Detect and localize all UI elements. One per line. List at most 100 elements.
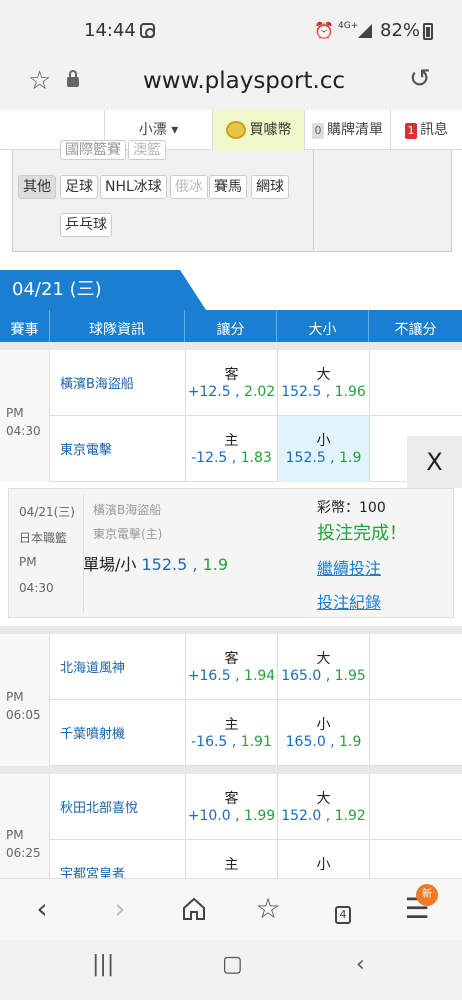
total-cell[interactable]: 大 152.5 , 1.96	[277, 350, 369, 416]
spread-side: 主	[224, 717, 239, 733]
lottery-dropdown-label: 小漂 ▾	[138, 122, 179, 138]
category-tag-nhl[interactable]: NHL冰球	[100, 175, 167, 199]
nospread-cell[interactable]	[369, 700, 462, 766]
spread-side: 客	[224, 791, 239, 807]
signal-icon	[358, 24, 372, 38]
buy-coins-label: 買噱幣	[249, 122, 292, 138]
browser-toolbar: ‹ › ☆ 4 ☰	[0, 878, 462, 940]
team-row: 秋田北部喜悅 客 +10.0 , 1.99 大 152.0 , 1.92	[50, 774, 462, 840]
buy-coins-button[interactable]: 買噱幣	[212, 110, 304, 150]
spread-cell[interactable]: 主 -12.5 , 1.83	[185, 416, 277, 482]
cart-count-badge: 0	[312, 123, 324, 139]
game-ampm: PM	[6, 406, 24, 420]
team-row: 宇都宮皇者 主 小	[50, 840, 462, 878]
popup-coins: 彩幣：100	[317, 500, 386, 516]
spread-line: -12.5	[191, 450, 228, 466]
category-tag-football[interactable]: 足球	[60, 175, 98, 199]
spread-odds: 2.02	[244, 384, 276, 400]
back-button-icon[interactable]: ‹	[356, 952, 365, 977]
bet-label: 單場/小	[83, 555, 137, 574]
date-header: 04/21 (三)	[0, 270, 206, 310]
spread-cell[interactable]: 客 +12.5 , 2.02	[185, 350, 277, 416]
url-text[interactable]: www.playsport.cc	[143, 68, 345, 94]
reload-icon[interactable]: ↺	[409, 64, 431, 94]
category-tag-horse[interactable]: 賽馬	[209, 175, 247, 199]
nospread-cell[interactable]	[369, 350, 462, 416]
category-tag-tennis[interactable]: 網球	[251, 175, 289, 199]
total-cell-selected[interactable]: 小 152.5 , 1.9	[277, 416, 369, 482]
spread-side: 主	[224, 857, 239, 873]
total-side: 大	[316, 651, 331, 667]
close-popup-button[interactable]: X	[407, 436, 462, 488]
total-cell[interactable]: 大 165.0 , 1.95	[277, 634, 369, 700]
bookmark-star-icon[interactable]: ☆	[28, 66, 51, 96]
category-tag-intl[interactable]: 國際籃賽	[60, 140, 126, 160]
bet-odds: 1.9	[202, 555, 229, 574]
spread-odds: 1.99	[244, 808, 276, 824]
spread-cell[interactable]: 主	[185, 840, 277, 878]
total-side: 大	[316, 367, 331, 383]
total-odds: 1.9	[339, 734, 362, 750]
bet-line: 152.5	[141, 555, 188, 574]
spread-odds: 1.94	[244, 668, 276, 684]
tabs-icon[interactable]: 4	[323, 889, 363, 929]
message-count-badge: 1	[405, 123, 417, 139]
category-divider	[313, 150, 314, 250]
team-name[interactable]: 千葉噴射機	[60, 723, 125, 742]
cart-button[interactable]: 0 購牌清單	[304, 110, 390, 150]
team-name[interactable]: 橫濱B海盜船	[60, 373, 134, 392]
spread-line: +12.5	[187, 384, 231, 400]
spread-line: +10.0	[187, 808, 231, 824]
team-row: 北海道風神 客 +16.5 , 1.94 大 165.0 , 1.95	[50, 634, 462, 700]
messages-label: 訊息	[420, 122, 448, 138]
team-name[interactable]: 東京電擊	[60, 439, 112, 458]
battery-icon	[423, 23, 433, 40]
total-odds: 1.9	[339, 450, 362, 466]
nospread-cell[interactable]	[369, 634, 462, 700]
system-nav-bar: ||| ▢ ‹	[0, 940, 462, 1000]
popup-league: 日本職籃	[19, 531, 68, 545]
total-cell[interactable]: 小	[277, 840, 369, 878]
total-odds: 1.96	[334, 384, 366, 400]
bookmarks-icon[interactable]: ☆	[248, 889, 288, 929]
category-tag-tabletennis[interactable]: 乒乓球	[60, 213, 112, 237]
tab-count: 4	[335, 906, 351, 924]
spread-cell[interactable]: 客 +10.0 , 1.99	[185, 774, 277, 840]
popup-home-team: 東京電擊(主)	[93, 527, 163, 541]
spread-cell[interactable]: 主 -16.5 , 1.91	[185, 700, 277, 766]
category-tag-khl[interactable]: 俄冰	[170, 175, 208, 199]
total-cell[interactable]: 大 152.0 , 1.92	[277, 774, 369, 840]
home-button-icon[interactable]: ▢	[222, 952, 243, 977]
nospread-cell[interactable]	[369, 840, 462, 878]
bet-records-link[interactable]: 投注紀錄	[317, 589, 381, 613]
forward-icon[interactable]: ›	[100, 889, 140, 929]
lock-icon	[67, 70, 79, 87]
spread-side: 客	[224, 651, 239, 667]
game-row: PM 04:30 橫濱B海盜船 客 +12.5 , 2.02 大 152.5 ,…	[0, 342, 462, 482]
team-row: 橫濱B海盜船 客 +12.5 , 2.02 大 152.5 , 1.96	[50, 350, 462, 416]
total-line: 165.0	[285, 734, 326, 750]
spread-cell[interactable]: 客 +16.5 , 1.94	[185, 634, 277, 700]
team-name[interactable]: 秋田北部喜悅	[60, 797, 138, 816]
spread-line: -16.5	[191, 734, 228, 750]
nospread-cell[interactable]	[369, 774, 462, 840]
spread-odds: 1.83	[240, 450, 272, 466]
team-name[interactable]: 宇都宮皇者	[60, 863, 125, 878]
back-icon[interactable]: ‹	[22, 889, 62, 929]
category-tag-aus[interactable]: 澳籃	[128, 140, 166, 160]
recent-apps-icon[interactable]: |||	[92, 952, 114, 977]
total-odds: 1.95	[334, 668, 366, 684]
messages-button[interactable]: 1 訊息	[390, 110, 462, 150]
continue-betting-link[interactable]: 繼續投注	[317, 555, 381, 579]
popup-away-team: 橫濱B海盜船	[93, 503, 162, 517]
team-name[interactable]: 北海道風神	[60, 657, 125, 676]
total-side: 小	[316, 857, 331, 873]
game-time-cell: PM 04:30	[0, 350, 50, 482]
total-odds: 1.92	[334, 808, 366, 824]
game-ampm: PM	[6, 690, 24, 704]
home-icon[interactable]	[174, 889, 214, 929]
popup-bet-detail: 單場/小 152.5 , 1.9	[83, 555, 229, 574]
total-cell[interactable]: 小 165.0 , 1.9	[277, 700, 369, 766]
spread-odds: 1.91	[240, 734, 272, 750]
game-time: 06:25	[6, 846, 41, 860]
